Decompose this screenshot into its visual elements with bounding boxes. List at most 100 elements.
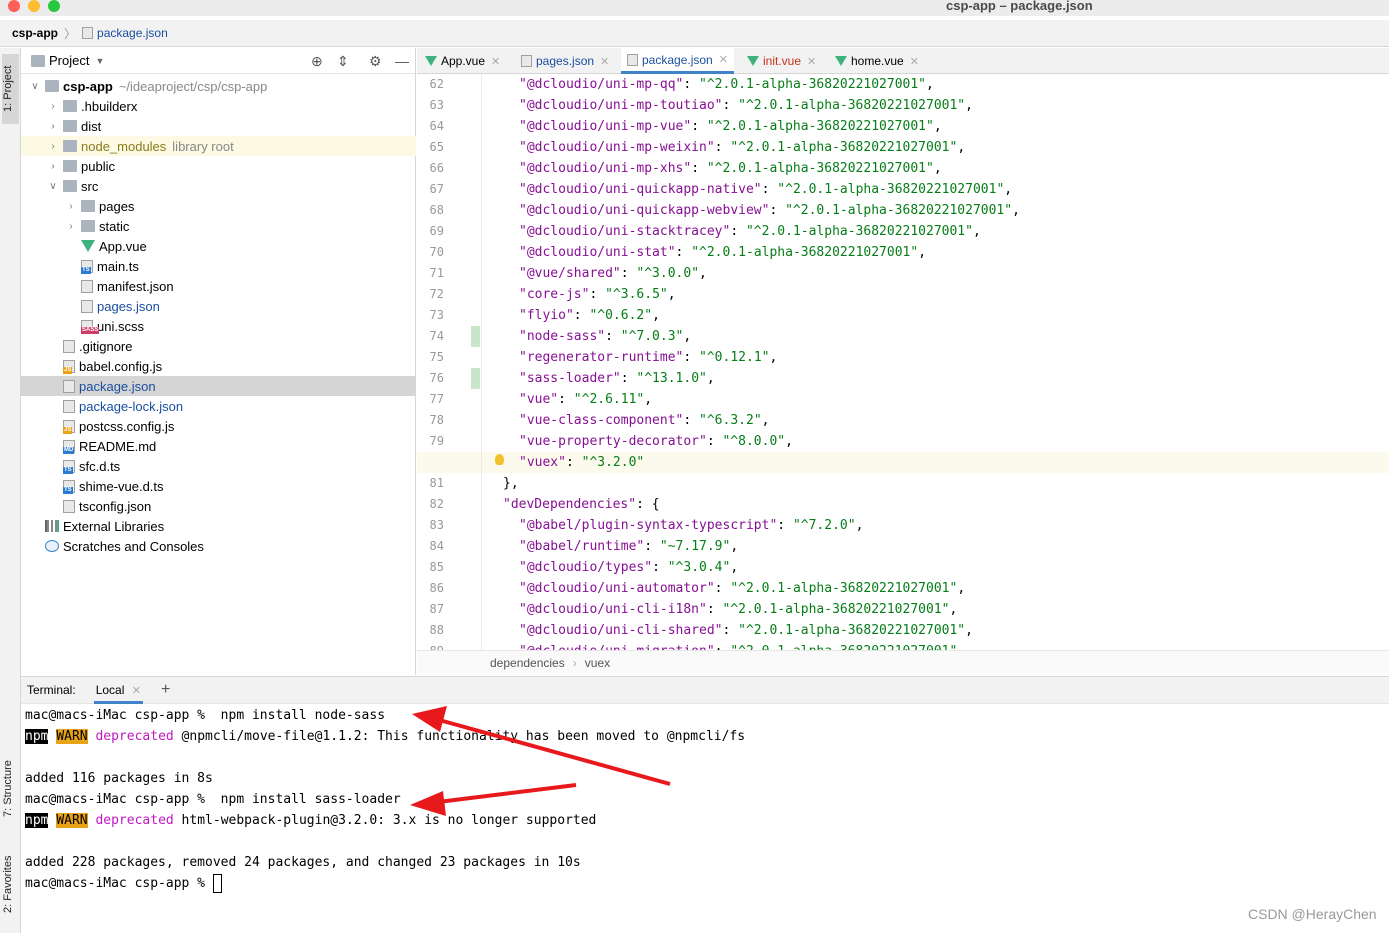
breadcrumb-vuex[interactable]: vuex (585, 656, 610, 670)
tree-item[interactable]: Scratches and Consoles (21, 536, 416, 556)
tree-item[interactable]: MD README.md (21, 436, 416, 456)
json-key: "@dcloudio/uni-automator" (519, 581, 715, 596)
editor-tab[interactable]: App.vue ✕ (425, 48, 500, 74)
json-key: "@dcloudio/uni-cli-i18n" (519, 602, 707, 617)
chevron-right-icon[interactable]: › (47, 141, 59, 152)
code-line: "vue": "^2.6.11", (519, 389, 652, 410)
close-icon[interactable]: ✕ (910, 55, 919, 68)
tree-item[interactable]: App.vue (21, 236, 416, 256)
json-file-icon (521, 55, 532, 67)
tree-item[interactable]: JS babel.config.js (21, 356, 416, 376)
json-key: "vue-property-decorator" (519, 434, 707, 449)
zoom-window-button[interactable] (48, 0, 60, 12)
editor-tab[interactable]: pages.json ✕ (521, 48, 609, 74)
json-colon: : (706, 602, 723, 617)
close-icon[interactable]: ✕ (719, 53, 728, 66)
chevron-right-icon: 〉 (64, 26, 77, 41)
tree-item[interactable]: › static (21, 216, 416, 236)
close-icon[interactable]: ✕ (807, 55, 816, 68)
json-value: "^2.0.1-alpha-36820221027001" (777, 182, 1005, 197)
tool-tab-structure[interactable]: 7: Structure (2, 734, 19, 844)
breadcrumb-dependencies[interactable]: dependencies (490, 656, 565, 670)
warn-badge: WARN (56, 729, 88, 744)
tree-item[interactable]: pages.json (21, 296, 416, 316)
tree-item[interactable]: tsconfig.json (21, 496, 416, 516)
code-line: "@dcloudio/uni-mp-weixin": "^2.0.1-alpha… (519, 137, 965, 158)
project-panel-title[interactable]: Project (49, 53, 89, 68)
json-value: "^2.0.1-alpha-36820221027001" (706, 119, 934, 134)
json-tail: , (965, 98, 973, 113)
json-value: "^2.6.11" (573, 392, 645, 407)
chevron-down-icon[interactable]: ▼ (95, 56, 104, 66)
ts-file-icon: TS (63, 479, 75, 494)
tree-item[interactable]: SASS uni.scss (21, 316, 416, 336)
tree-item[interactable]: package.json (21, 376, 416, 396)
json-key: "vue-class-component" (519, 413, 684, 428)
json-file-icon (627, 53, 638, 66)
chevron-down-icon[interactable]: ∨ (29, 81, 41, 92)
editor-tab[interactable]: home.vue ✕ (835, 48, 919, 74)
json-key: "@dcloudio/uni-mp-qq" (519, 77, 684, 92)
tree-item[interactable]: package-lock.json (21, 396, 416, 416)
close-icon[interactable]: ✕ (600, 55, 609, 68)
add-terminal-button[interactable]: + (161, 681, 170, 699)
folder-icon (81, 220, 95, 232)
terminal-header: Terminal: Local ✕ + (21, 677, 1389, 704)
folder-icon (63, 140, 77, 152)
chevron-right-icon[interactable]: › (47, 101, 59, 112)
code-area[interactable]: "@dcloudio/uni-mp-qq": "^2.0.1-alpha-368… (417, 74, 1389, 650)
minimize-window-button[interactable] (28, 0, 40, 12)
close-icon[interactable]: ✕ (491, 55, 500, 68)
editor-tab[interactable]: package.json ✕ (621, 48, 734, 74)
tree-item[interactable]: manifest.json (21, 276, 416, 296)
nav-crumb-file[interactable]: package.json (97, 26, 168, 40)
tree-item[interactable]: › node_modules library root (21, 136, 416, 156)
tree-item[interactable]: TS main.ts (21, 256, 416, 276)
tree-item[interactable]: External Libraries (21, 516, 416, 536)
close-window-button[interactable] (8, 0, 20, 12)
chevron-down-icon[interactable]: ∨ (47, 181, 59, 192)
tree-item-label: node_modules (81, 138, 167, 154)
editor-tab[interactable]: init.vue ✕ (747, 48, 816, 74)
tree-item[interactable]: TS shime-vue.d.ts (21, 476, 416, 496)
tree-item[interactable]: › .hbuilderx (21, 96, 416, 116)
tree-item-label: babel.config.js (79, 358, 163, 374)
terminal-line: npm WARN deprecated html-webpack-plugin@… (25, 810, 596, 831)
tree-item[interactable]: › public (21, 156, 416, 176)
chevron-right-icon[interactable]: › (47, 121, 59, 132)
tree-item[interactable]: .gitignore (21, 336, 416, 356)
tree-item[interactable]: › pages (21, 196, 416, 216)
hide-icon[interactable]: — (395, 53, 409, 69)
terminal-tab-local[interactable]: Local ✕ (93, 677, 143, 704)
tree-item[interactable]: TS sfc.d.ts (21, 456, 416, 476)
code-line: "node-sass": "^7.0.3", (519, 326, 691, 347)
editor-tab-label: init.vue (763, 54, 802, 68)
chevron-right-icon[interactable]: › (65, 201, 77, 212)
tree-item[interactable]: › dist (21, 116, 416, 136)
json-key: "@dcloudio/uni-stat" (519, 245, 676, 260)
chevron-right-icon[interactable]: › (65, 221, 77, 232)
terminal-line: added 228 packages, removed 24 packages,… (25, 852, 581, 873)
tree-item[interactable]: ∨ src (21, 176, 416, 196)
chevron-right-icon[interactable]: › (47, 161, 59, 172)
intention-bulb-icon[interactable] (495, 454, 504, 465)
tool-tab-project[interactable]: 1: Project (2, 54, 19, 124)
tree-item-label: main.ts (97, 258, 139, 274)
collapse-all-icon[interactable]: ⇕ (337, 53, 349, 70)
editor-tab-label: package.json (642, 52, 713, 67)
json-key: "vue" (519, 392, 559, 407)
tree-item[interactable]: ∨ csp-app ~/ideaproject/csp/csp-app (21, 76, 416, 96)
json-tail: , (918, 245, 927, 260)
tree-item-label: .hbuilderx (81, 98, 138, 114)
tool-tab-favorites[interactable]: 2: Favorites (2, 834, 19, 934)
json-colon: : (565, 455, 582, 470)
nav-crumb-project[interactable]: csp-app (12, 26, 58, 40)
locate-icon[interactable]: ⊕ (311, 53, 323, 70)
json-value: "^2.0.1-alpha-36820221027001" (738, 623, 966, 638)
gear-icon[interactable]: ⚙ (369, 53, 382, 70)
json-value: "^3.6.5" (605, 287, 668, 302)
json-key: "@babel/plugin-syntax-typescript" (519, 518, 778, 533)
json-tail: , (965, 623, 973, 638)
close-icon[interactable]: ✕ (132, 685, 141, 697)
tree-item[interactable]: JS postcss.config.js (21, 416, 416, 436)
